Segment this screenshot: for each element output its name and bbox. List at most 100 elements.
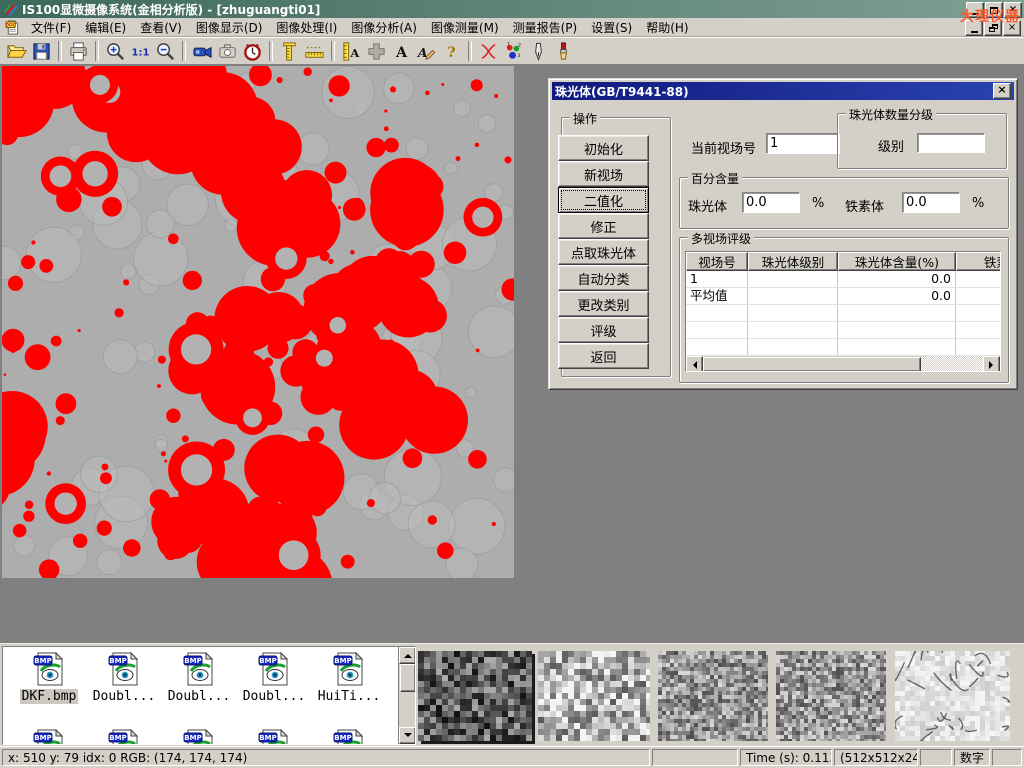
file-item-DKF.bmp[interactable]: BMPDKF.bmp: [13, 652, 85, 704]
table-col-3[interactable]: 铁素体含量(%): [956, 252, 1001, 271]
scroll-thumb[interactable]: [703, 357, 921, 372]
grid-cross-icon[interactable]: [364, 39, 389, 63]
table-row-3[interactable]: [686, 322, 1000, 339]
sample-thumb-5[interactable]: [895, 651, 1010, 741]
table-row-2[interactable]: [686, 305, 1000, 322]
menu-item-8[interactable]: 设置(S): [584, 18, 639, 37]
bmp-file-icon: BMP: [32, 652, 66, 686]
file-list[interactable]: BMPDKF.bmpBMPDoubl...BMPDoubl...BMPDoubl…: [2, 646, 416, 745]
table-col-0[interactable]: 视场号: [686, 252, 748, 271]
scroll-down-button[interactable]: [399, 727, 416, 744]
table-cell: [956, 339, 1001, 355]
ruler-icon[interactable]: [302, 39, 327, 63]
svg-text:BMP: BMP: [259, 734, 276, 742]
status-empty-3: [992, 749, 1022, 766]
actual-size-icon[interactable]: 1:1: [128, 39, 153, 63]
annotate-icon[interactable]: A: [414, 39, 439, 63]
classify-points-icon[interactable]: 123: [501, 39, 526, 63]
toolbar: 1:1AAA?123: [0, 37, 1024, 65]
video-camera-icon[interactable]: [190, 39, 215, 63]
menu-item-2[interactable]: 查看(V): [133, 18, 189, 37]
table-col-1[interactable]: 珠光体级别: [748, 252, 838, 271]
file-item-Doubl...[interactable]: BMPDoubl...: [163, 652, 235, 704]
file-item-next-row[interactable]: BMP: [13, 729, 85, 745]
scroll-up-button[interactable]: [399, 647, 416, 664]
scroll-right-button[interactable]: [983, 356, 1000, 372]
file-item-next-row[interactable]: BMP: [163, 729, 235, 745]
file-item-next-row[interactable]: BMP: [238, 729, 310, 745]
menu-item-5[interactable]: 图像分析(A): [344, 18, 424, 37]
save-icon[interactable]: [29, 39, 54, 63]
menu-item-4[interactable]: 图像处理(I): [269, 18, 344, 37]
op-button-6[interactable]: 更改类别: [558, 291, 649, 317]
op-button-4[interactable]: 点取珠光体: [558, 239, 649, 265]
menu-item-0[interactable]: 文件(F): [24, 18, 78, 37]
table-cell: [956, 322, 1001, 338]
file-item-next-row[interactable]: BMP: [88, 729, 160, 745]
table-row-0[interactable]: 10.0: [686, 271, 1000, 288]
file-item-Doubl...[interactable]: BMPDoubl...: [88, 652, 160, 704]
svg-text:BMP: BMP: [109, 734, 126, 742]
sample-thumb-1[interactable]: [418, 651, 532, 741]
timer-icon[interactable]: [240, 39, 265, 63]
op-button-3[interactable]: 修正: [558, 213, 649, 239]
table-row-4[interactable]: [686, 339, 1000, 356]
brush-icon[interactable]: [551, 39, 576, 63]
ferrite-percent-sign: %: [972, 196, 984, 211]
op-button-8[interactable]: 返回: [558, 343, 649, 369]
scroll-thumb[interactable]: [400, 664, 416, 692]
op-button-7[interactable]: 评级: [558, 317, 649, 343]
menu-item-9[interactable]: 帮助(H): [639, 18, 695, 37]
sample-thumb-4[interactable]: [776, 651, 886, 741]
rating-table[interactable]: 视场号珠光体级别珠光体含量(%)铁素体含量(%) 10.0平均值0.0: [685, 251, 1001, 372]
menu-item-7[interactable]: 测量报告(P): [506, 18, 585, 37]
ink-pen-icon[interactable]: [526, 39, 551, 63]
measure-label-icon[interactable]: A: [339, 39, 364, 63]
ferrite-label: 铁素体: [845, 196, 884, 215]
zoom-out-icon[interactable]: [153, 39, 178, 63]
current-field-input[interactable]: 1: [766, 133, 840, 154]
table-cell: [686, 339, 748, 355]
ferrite-percent-input[interactable]: 0.0: [902, 192, 960, 213]
caliper-icon[interactable]: [277, 39, 302, 63]
document-icon[interactable]: DOC: [4, 20, 20, 35]
curve-tool-icon[interactable]: [476, 39, 501, 63]
table-h-scrollbar[interactable]: [686, 356, 1000, 371]
op-button-1[interactable]: 新视场: [558, 161, 649, 187]
help-icon[interactable]: ?: [439, 39, 464, 63]
sample-thumb-2[interactable]: [538, 651, 650, 741]
dialog-close-button[interactable]: ×: [993, 83, 1011, 99]
camera-capture-icon[interactable]: [215, 39, 240, 63]
op-button-2[interactable]: 二值化: [558, 187, 649, 213]
dialog-title: 珠光体(GB/T9441-88): [555, 83, 689, 100]
file-list-v-scrollbar[interactable]: [398, 647, 415, 744]
op-button-5[interactable]: 自动分类: [558, 265, 649, 291]
text-label-icon[interactable]: A: [389, 39, 414, 63]
file-item-HuiTi...[interactable]: BMPHuiTi...: [313, 652, 385, 704]
scroll-left-button[interactable]: [686, 356, 703, 372]
status-empty-2: [920, 749, 952, 766]
open-file-icon[interactable]: [4, 39, 29, 63]
table-cell: [838, 339, 956, 355]
table-cell: [748, 271, 838, 287]
micrograph-image[interactable]: [2, 66, 514, 578]
table-cell: 1: [686, 271, 748, 287]
level-input[interactable]: [917, 133, 985, 153]
vendor-watermark: 大理仪器: [960, 6, 1020, 26]
sample-thumb-3[interactable]: [658, 651, 768, 741]
file-item-next-row[interactable]: BMP: [313, 729, 385, 745]
pearlite-label: 珠光体: [688, 196, 727, 215]
zoom-in-icon[interactable]: [103, 39, 128, 63]
table-col-2[interactable]: 珠光体含量(%): [838, 252, 956, 271]
svg-text:A: A: [349, 46, 359, 60]
pearlite-percent-input[interactable]: 0.0: [742, 192, 800, 213]
toolbar-separator: [468, 41, 472, 61]
menu-item-3[interactable]: 图像显示(D): [189, 18, 270, 37]
menu-item-1[interactable]: 编辑(E): [78, 18, 133, 37]
op-button-0[interactable]: 初始化: [558, 135, 649, 161]
menu-item-6[interactable]: 图像测量(M): [424, 18, 506, 37]
print-icon[interactable]: [66, 39, 91, 63]
svg-text:BMP: BMP: [334, 734, 351, 742]
table-row-1[interactable]: 平均值0.0: [686, 288, 1000, 305]
file-item-Doubl...[interactable]: BMPDoubl...: [238, 652, 310, 704]
